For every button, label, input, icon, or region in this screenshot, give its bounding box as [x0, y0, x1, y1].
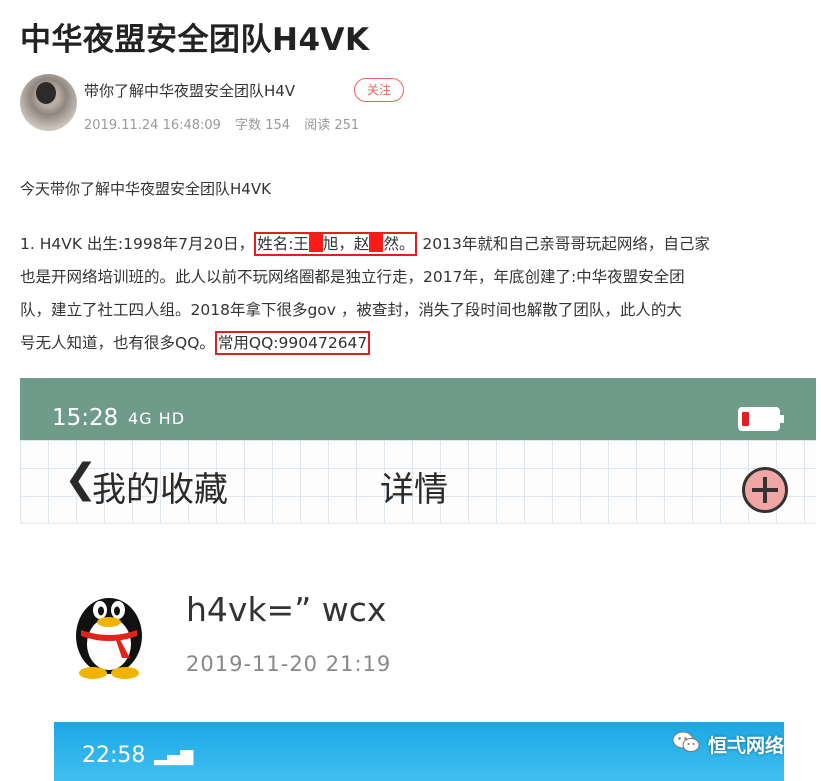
intro-text: 今天带你了解中华夜盟安全团队H4VK: [20, 180, 271, 198]
qq-highlight-box: 常用QQ:990472647: [214, 331, 371, 355]
nav-title: 详情: [380, 470, 448, 510]
phone-nav-bar: ❮ 我的收藏 详情: [20, 440, 816, 524]
avatar[interactable]: [20, 74, 77, 131]
word-count: 字数 154: [235, 118, 291, 133]
status-time-2: 22:58: [82, 743, 146, 768]
status-time: 15:28: [52, 405, 119, 431]
paragraph-text: 号无人知道，也有很多QQ。: [20, 334, 215, 352]
redaction-mark: [369, 234, 384, 252]
article-title: 中华夜盟安全团队H4VK: [20, 22, 370, 58]
paragraph-line-1: 1. H4VK 出生:1998年7月20日， 姓名:王 旭，赵 然。 2013年就和自…: [20, 228, 810, 261]
read-count: 阅读 251: [304, 118, 360, 133]
author-name[interactable]: 带你了解中华夜盟安全团队H4V: [84, 80, 295, 101]
paragraph-line-2: 也是开网络培训班的。此人以前不玩网络圈都是独立行走，2017年，年底创建了:中华…: [20, 268, 685, 286]
publish-date: 2019.11.24 16:48:09: [84, 118, 221, 133]
phone-status-bar: 15:28 4G HD: [20, 378, 816, 440]
name-text: 旭，赵: [322, 235, 370, 253]
name-text: 然。: [383, 235, 415, 253]
paragraph-line-4: 号无人知道，也有很多QQ。 常用QQ:990472647: [20, 327, 810, 360]
wechat-icon: [672, 731, 700, 752]
battery-icon: [738, 407, 784, 431]
redaction-mark: [308, 234, 323, 252]
signal-icon: ▂▄▆: [154, 746, 194, 766]
watermark-text: 恒弌网络: [708, 735, 785, 757]
paragraph-text: 2013年就和自己亲哥哥玩起网络，自己家: [422, 235, 710, 253]
paragraph-line-3: 队，建立了社工四人组。2018年拿下很多gov ，被查封，消失了段时间也解散了团…: [20, 301, 682, 319]
article-paragraph: 1. H4VK 出生:1998年7月20日， 姓名:王 旭，赵 然。 2013年就和自…: [20, 228, 810, 360]
qq-penguin-icon: [76, 598, 142, 679]
favorite-time: 2019-11-20 21:19: [186, 652, 392, 676]
signal-icon: 4G HD: [128, 409, 186, 428]
embedded-phone-screenshot: 15:28 4G HD ❮ 我的收藏 详情 h4vk=” wcx 2019-11…: [20, 378, 816, 781]
follow-button[interactable]: 关注: [354, 78, 404, 102]
name-highlight-box: 姓名:王 旭，赵 然。: [254, 232, 418, 256]
plus-icon[interactable]: [742, 467, 788, 513]
article-meta: 2019.11.24 16:48:09 字数 154 阅读 251: [84, 114, 369, 133]
paragraph-text: 1. H4VK 出生:1998年7月20日，: [20, 235, 255, 253]
back-label[interactable]: 我的收藏: [92, 462, 228, 511]
favorite-title: h4vk=” wcx: [186, 590, 387, 629]
name-text: 姓名:王: [257, 235, 309, 253]
favorite-item[interactable]: h4vk=” wcx 2019-11-20 21:19: [20, 524, 816, 714]
